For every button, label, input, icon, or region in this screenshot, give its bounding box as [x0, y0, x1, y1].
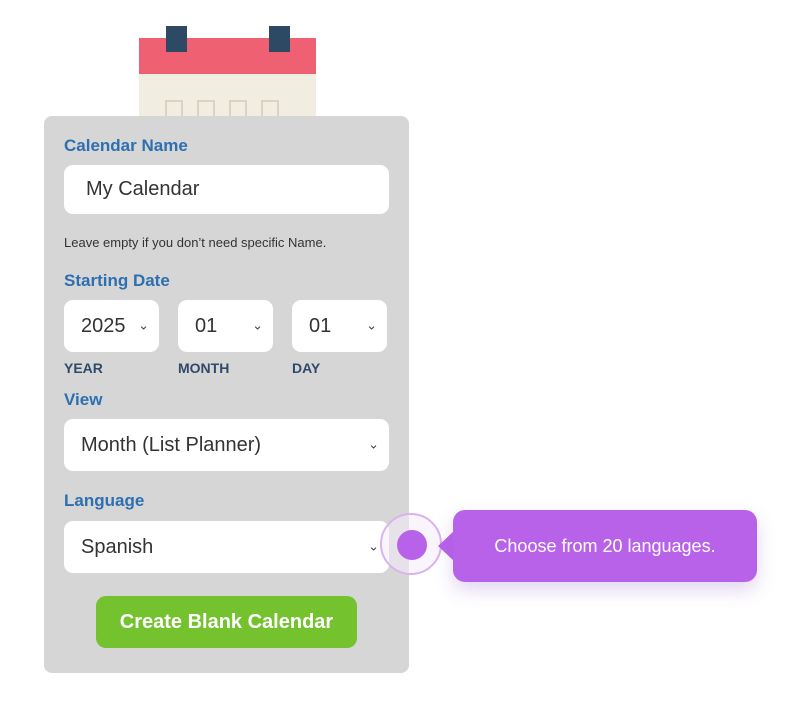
month-value: 01	[195, 314, 218, 337]
tooltip-text: Choose from 20 languages.	[494, 535, 716, 556]
month-label: MONTH	[178, 360, 230, 376]
calendar-name-value: My Calendar	[86, 178, 200, 200]
year-label: YEAR	[64, 360, 103, 376]
create-blank-calendar-button[interactable]: Create Blank Calendar	[96, 596, 357, 648]
hotspot-dot[interactable]	[397, 530, 427, 560]
year-value: 2025	[81, 314, 126, 337]
calendar-name-hint: Leave empty if you don’t need specific N…	[64, 235, 327, 250]
view-value: Month (List Planner)	[81, 433, 262, 456]
month-select[interactable]: 01 ⌄	[178, 300, 273, 352]
year-select[interactable]: 2025 ⌄	[64, 300, 159, 352]
tooltip-arrow	[438, 531, 454, 561]
chevron-down-icon: ⌄	[366, 318, 377, 334]
chevron-down-icon: ⌄	[368, 539, 379, 555]
calendar-name-input[interactable]: My Calendar	[64, 165, 389, 214]
view-select[interactable]: Month (List Planner) ⌄	[64, 419, 389, 471]
calendar-ring-left	[166, 26, 187, 52]
day-select[interactable]: 01 ⌄	[292, 300, 387, 352]
calendar-name-label: Calendar Name	[64, 136, 188, 155]
chevron-down-icon: ⌄	[252, 318, 263, 334]
language-label: Language	[64, 491, 145, 510]
view-label: View	[64, 390, 103, 409]
day-value: 01	[309, 314, 332, 337]
tooltip: Choose from 20 languages.	[453, 510, 757, 582]
chevron-down-icon: ⌄	[368, 437, 379, 453]
language-select[interactable]: Spanish ⌄	[64, 521, 389, 573]
calendar-ring-right	[269, 26, 290, 52]
day-label: DAY	[292, 360, 321, 376]
calendar-form-panel: Calendar Name My Calendar Leave empty if…	[44, 116, 409, 673]
calendar-icon	[139, 26, 316, 134]
language-value: Spanish	[81, 535, 154, 558]
chevron-down-icon: ⌄	[138, 318, 149, 334]
starting-date-label: Starting Date	[64, 271, 170, 290]
